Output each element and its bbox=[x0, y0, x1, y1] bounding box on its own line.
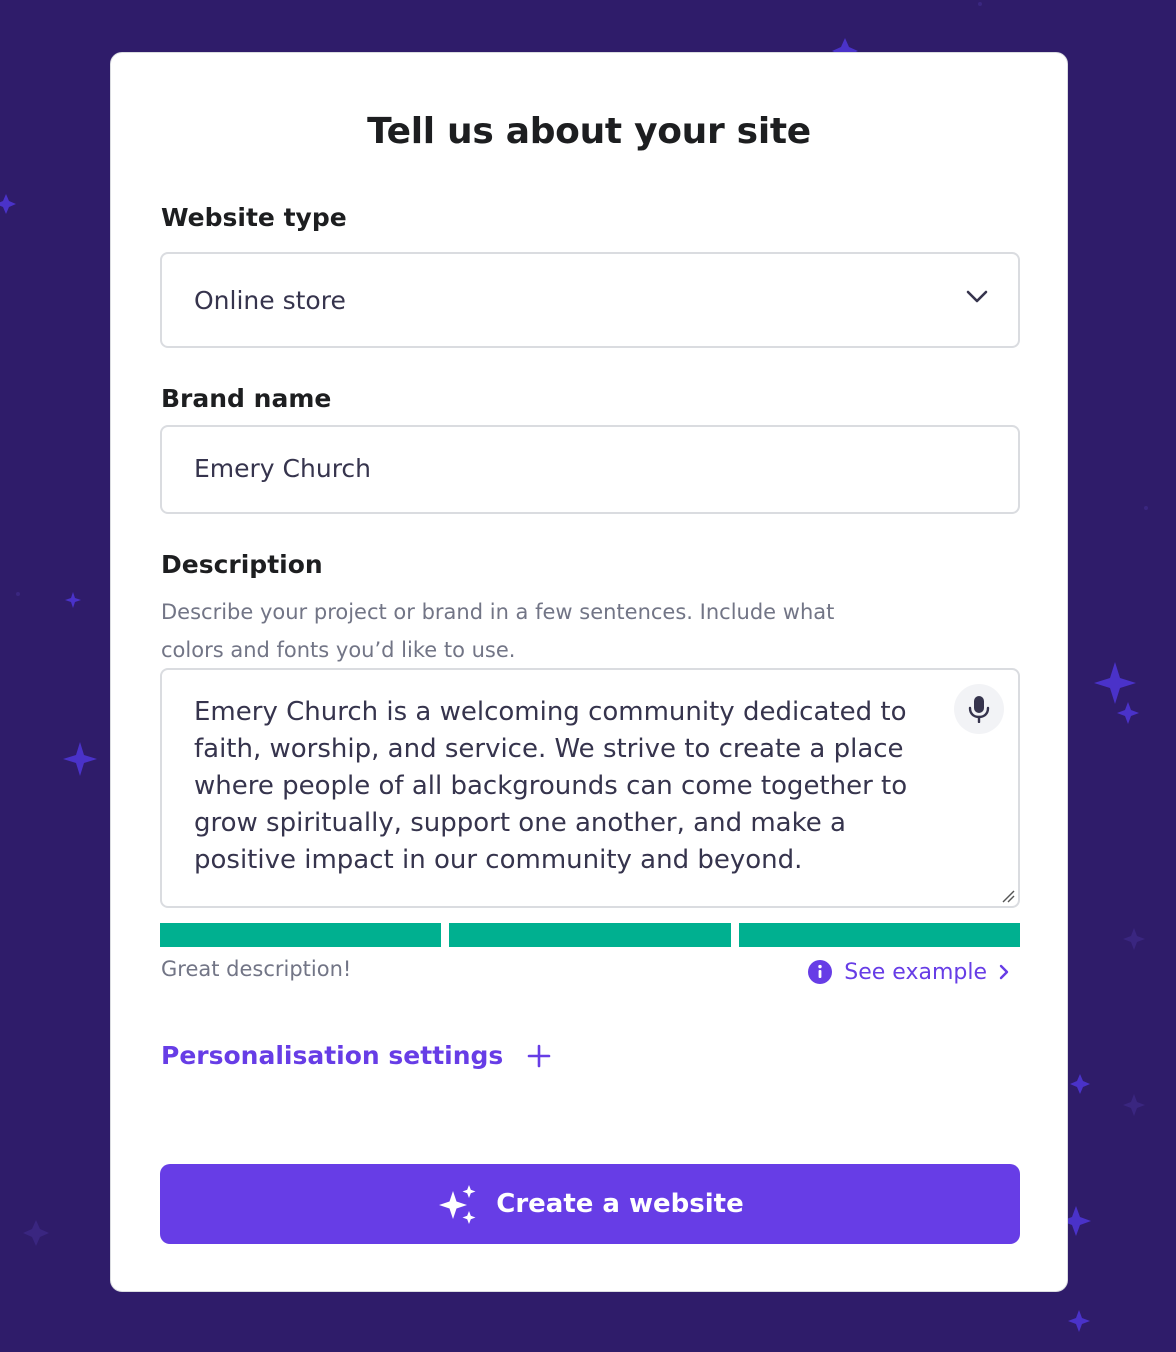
description-hint: Describe your project or brand in a few … bbox=[161, 600, 835, 662]
sparkle-decoration bbox=[1117, 702, 1139, 724]
description-value: Emery Church is a welcoming community de… bbox=[194, 697, 908, 875]
strength-segment bbox=[449, 923, 731, 947]
resize-handle-icon[interactable] bbox=[1001, 889, 1015, 903]
brand-name-value: Emery Church bbox=[194, 454, 372, 483]
dot-decoration bbox=[978, 2, 982, 6]
strength-segment bbox=[739, 923, 1020, 947]
website-type-label: Website type bbox=[161, 203, 347, 232]
description-strength-message: Great description! bbox=[161, 957, 352, 981]
see-example-link[interactable]: See example bbox=[808, 957, 1009, 987]
sparkle-decoration bbox=[0, 194, 16, 214]
brand-name-input[interactable]: Emery Church bbox=[160, 425, 1020, 514]
voice-input-button[interactable] bbox=[954, 684, 1004, 734]
website-type-value: Online store bbox=[194, 286, 346, 315]
chevron-down-icon bbox=[966, 290, 988, 303]
sparkle-decoration bbox=[1068, 1310, 1090, 1332]
sparkles-icon bbox=[439, 1185, 476, 1224]
plus-icon bbox=[528, 1044, 551, 1067]
website-type-select[interactable]: Online store bbox=[160, 252, 1020, 348]
sparkle-decoration bbox=[1094, 662, 1136, 704]
site-form-card: Tell us about your site Website type Onl… bbox=[110, 52, 1068, 1292]
see-example-label: See example bbox=[844, 959, 987, 985]
info-icon bbox=[808, 960, 833, 984]
sparkle-decoration bbox=[1070, 1074, 1090, 1094]
create-website-label: Create a website bbox=[496, 1189, 744, 1219]
description-textarea[interactable]: Emery Church is a welcoming community de… bbox=[160, 668, 1020, 908]
description-label: Description bbox=[161, 550, 323, 579]
page-title: Tell us about your site bbox=[367, 111, 811, 152]
microphone-icon bbox=[968, 696, 990, 723]
dot-decoration bbox=[16, 592, 20, 596]
sparkle-decoration bbox=[1123, 1094, 1145, 1116]
sparkle-decoration bbox=[65, 592, 81, 608]
strength-segment bbox=[160, 923, 441, 947]
create-website-button[interactable]: Create a website bbox=[160, 1164, 1020, 1244]
personalisation-settings-label: Personalisation settings bbox=[161, 1041, 504, 1070]
sparkle-decoration bbox=[1123, 928, 1145, 950]
brand-name-label: Brand name bbox=[161, 384, 332, 413]
sparkle-decoration bbox=[63, 742, 97, 776]
chevron-right-icon bbox=[999, 964, 1009, 980]
personalisation-settings-toggle[interactable]: Personalisation settings bbox=[161, 1041, 551, 1070]
sparkle-decoration bbox=[23, 1220, 49, 1246]
dot-decoration bbox=[1144, 506, 1148, 510]
